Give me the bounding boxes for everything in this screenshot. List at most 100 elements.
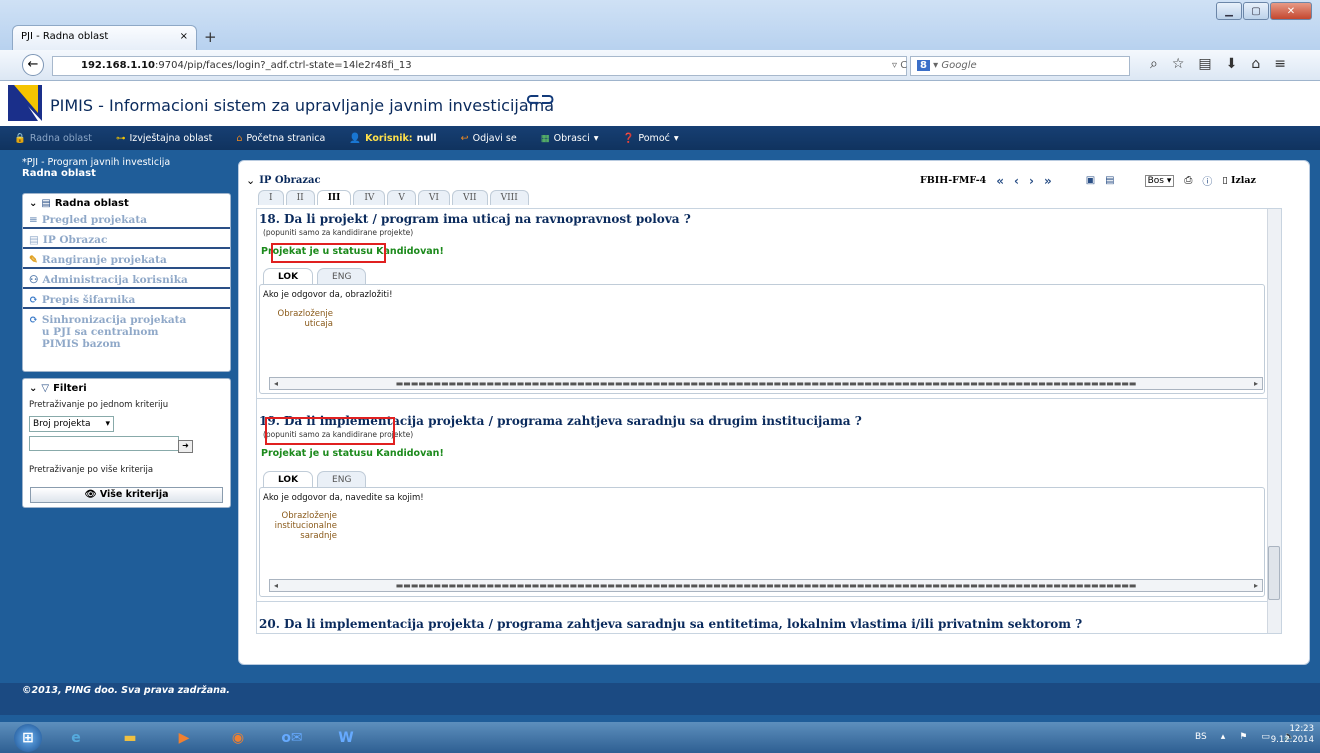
tab-viii[interactable]: VIII: [489, 190, 529, 205]
flag-icon[interactable]: ⚑: [1239, 732, 1247, 742]
close-window-icon[interactable]: ✕: [1270, 2, 1312, 20]
collapse-icon[interactable]: ⌄: [29, 198, 37, 209]
up-arrow-icon[interactable]: ▴: [1221, 732, 1226, 742]
clock[interactable]: 12:23 9.12.2014: [1271, 724, 1314, 746]
media-icon[interactable]: ▶: [164, 724, 204, 752]
tab-iv[interactable]: IV: [353, 190, 386, 205]
search-input[interactable]: 8 ▾ Google: [910, 56, 1130, 76]
tab-eng[interactable]: ENG: [317, 268, 367, 285]
outlook-icon[interactable]: o✉: [272, 724, 312, 752]
help-icon[interactable]: ⓘ: [1202, 173, 1212, 188]
menu-izvjestajna-oblast[interactable]: ⊶ Izvještajna oblast: [116, 133, 212, 144]
bookmarks-icon[interactable]: ▤: [1198, 56, 1211, 72]
reload-icon[interactable]: ▿ C: [892, 60, 907, 71]
tab-lok[interactable]: LOK: [263, 268, 314, 285]
language-select[interactable]: Bos ▾: [1144, 174, 1175, 187]
collapse-icon[interactable]: ⌄: [29, 383, 37, 394]
menu-icon[interactable]: ≡: [1274, 56, 1286, 72]
print-icon[interactable]: ⎙: [1184, 175, 1192, 186]
tab-i[interactable]: I: [258, 190, 284, 205]
menu-odjavi[interactable]: ↩ Odjavi se: [461, 133, 517, 144]
save-icon[interactable]: ▤: [1105, 175, 1114, 186]
tab-vii[interactable]: VII: [451, 190, 488, 205]
explorer-icon[interactable]: ▬: [110, 724, 150, 752]
export-icon[interactable]: ▣: [1086, 175, 1095, 186]
filter-header[interactable]: ⌄ ▽ Filteri: [23, 379, 230, 398]
vertical-scroll-thumb[interactable]: [1268, 546, 1280, 600]
divider: [257, 601, 1267, 602]
menu-obrasci[interactable]: ▦ Obrasci ▾: [541, 133, 599, 144]
tab-title: PJI - Radna oblast: [21, 31, 109, 42]
breadcrumb: *PJI - Program javnih investicija Radna o…: [22, 157, 171, 179]
question-18-lang-tabs: LOK ENG: [263, 268, 367, 285]
download-icon[interactable]: ⬇: [1226, 56, 1238, 72]
forms-icon: ▦: [540, 132, 550, 144]
menu-pomoc[interactable]: ❓ Pomoć ▾: [623, 133, 679, 144]
filter-value-input[interactable]: [29, 436, 179, 451]
filter-single-label: Pretraživanje po jednom kriteriju: [29, 400, 169, 410]
form-toolbar: FBIH-FMF-4 « ‹ › » ▣ ▤ Bos ▾ ⎙ ⓘ ▯ Izlaz: [920, 173, 1256, 189]
word-icon[interactable]: W: [326, 724, 366, 752]
tab-lok[interactable]: LOK: [263, 471, 314, 488]
sidebar-item-sinhronizacija[interactable]: ⟳ Sinhronizacija projekata u PJI sa centr…: [23, 313, 230, 351]
form-scroll-area[interactable]: 18. Da li projekt / program ima uticaj n…: [256, 208, 1282, 634]
network-icon[interactable]: ▭: [1261, 732, 1270, 742]
taskbar: ⊞ e ▬ ▶ ◉ o✉ W: [0, 722, 1320, 753]
url-host: 192.168.1.10: [81, 60, 156, 71]
list-icon: ▤: [41, 198, 51, 209]
ie-icon[interactable]: e: [56, 724, 96, 752]
url-bar[interactable]: 192.168.1.10:9704/pip/faces/login?_adf.c…: [52, 56, 907, 76]
firefox-icon[interactable]: ◉: [218, 724, 258, 752]
search-icon[interactable]: ⌕: [1150, 56, 1158, 72]
question-19-prompt: Ako je odgovor da, navedite sa kojim!: [263, 493, 424, 503]
horizontal-scrollbar[interactable]: ◂ ▬▬▬▬▬▬▬▬▬▬▬▬▬▬▬▬▬▬▬▬▬▬▬▬▬▬▬▬▬▬▬▬▬▬▬▬▬▬▬…: [269, 579, 1263, 592]
sync-icon: ⟳: [29, 314, 38, 326]
sidebar-item-rangiranje[interactable]: ✎ Rangiranje projekata: [23, 253, 230, 269]
exit-button[interactable]: ▯ Izlaz: [1222, 175, 1256, 186]
browser-tab[interactable]: PJI - Radna oblast ×: [12, 25, 197, 51]
sync-icon: ⟳: [29, 294, 38, 306]
tab-v[interactable]: V: [387, 190, 416, 205]
minimize-icon[interactable]: ▁: [1216, 2, 1242, 20]
question-18-sub: (popuniti samo za kandidirane projekte): [263, 228, 414, 237]
maximize-icon[interactable]: ▢: [1243, 2, 1269, 20]
sidebar-item-pregled[interactable]: ≡ Pregled projekata: [23, 213, 230, 229]
back-arrow-icon[interactable]: ←: [22, 54, 44, 76]
logout-icon: ↩: [460, 132, 469, 144]
sidebar-item-prepis[interactable]: ⟳ Prepis šifarnika: [23, 293, 230, 309]
sidebar-item-administracija[interactable]: ⚇ Administracija korisnika: [23, 273, 230, 289]
rank-icon: ✎: [29, 254, 38, 266]
menu-pocetna[interactable]: ⌂ Početna stranica: [236, 133, 325, 144]
panel-header[interactable]: ⌄ ▤ Radna oblast: [23, 194, 230, 213]
star-icon[interactable]: ☆: [1172, 56, 1185, 72]
next-icon[interactable]: ›: [1029, 174, 1034, 188]
close-icon[interactable]: ×: [180, 31, 188, 46]
app-title: PIMIS - Informacioni sistem za upravljan…: [50, 96, 555, 115]
language-indicator[interactable]: BS: [1195, 732, 1207, 742]
prev-icon[interactable]: ‹: [1014, 174, 1019, 188]
chevron-down-icon: ▾: [105, 419, 110, 429]
tab-eng[interactable]: ENG: [317, 471, 367, 488]
section-tabs: I II III IV V VI VII VIII: [258, 190, 529, 205]
first-icon[interactable]: «: [996, 174, 1004, 188]
horizontal-scrollbar[interactable]: ◂ ▬▬▬▬▬▬▬▬▬▬▬▬▬▬▬▬▬▬▬▬▬▬▬▬▬▬▬▬▬▬▬▬▬▬▬▬▬▬▬…: [269, 377, 1263, 390]
menu-radna-oblast[interactable]: 🔒 Radna oblast: [14, 133, 92, 144]
filter-criteria-select[interactable]: Broj projekta ▾: [29, 416, 114, 432]
search-placeholder: Google: [941, 60, 977, 71]
tab-iii[interactable]: III: [316, 190, 352, 205]
tab-ii[interactable]: II: [285, 190, 315, 205]
filter-go-button[interactable]: ➜: [178, 440, 193, 453]
collapse-icon[interactable]: ⌄: [246, 174, 255, 187]
more-criteria-button[interactable]: 👁 Više kriterija: [30, 487, 223, 503]
sidebar-item-ip-obrazac[interactable]: ▤ IP Obrazac: [23, 233, 230, 249]
start-icon[interactable]: ⊞: [14, 723, 42, 752]
last-icon[interactable]: »: [1044, 174, 1052, 188]
oracle-logo-icon: ⊂⊃: [525, 89, 556, 110]
question-20-title: 20. Da li implementacija projekta / prog…: [259, 617, 1083, 631]
home-icon[interactable]: ⌂: [1251, 56, 1260, 72]
lock-icon: 🔒: [14, 132, 26, 144]
new-tab-button[interactable]: +: [204, 28, 217, 46]
menu-korisnik[interactable]: 👤 Korisnik: null: [349, 133, 436, 144]
tab-vi[interactable]: VI: [417, 190, 450, 205]
binoculars-icon: 👁: [84, 489, 97, 500]
